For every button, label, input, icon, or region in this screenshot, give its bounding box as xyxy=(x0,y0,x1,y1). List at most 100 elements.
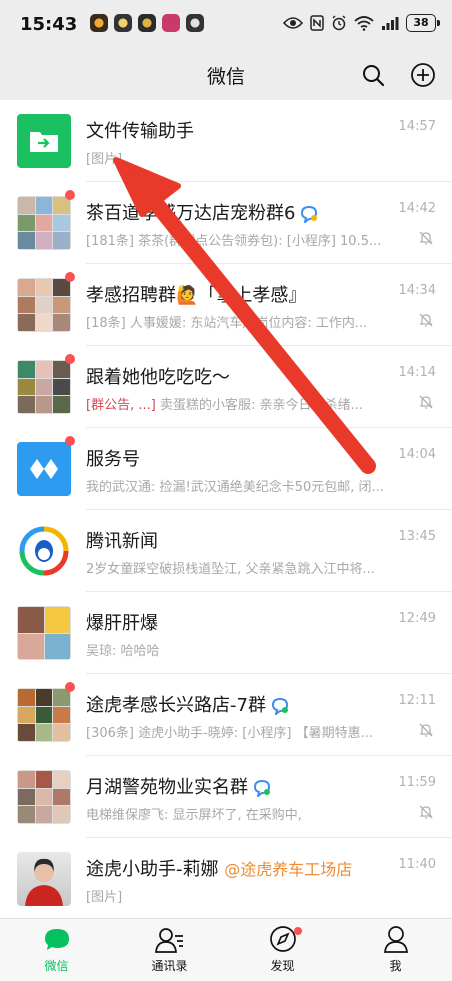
group-avatar xyxy=(17,360,71,414)
chat-time: 14:14 xyxy=(398,365,436,380)
app-notification-icon xyxy=(162,14,180,32)
chat-time: 13:45 xyxy=(398,529,436,544)
enterprise-suffix: @途虎养车工场店 xyxy=(224,860,353,879)
tab-label: 微信 xyxy=(44,959,69,973)
chat-preview: [181条] 茶茶(群群点公告领券包): [小程序] 10.5... xyxy=(86,234,382,249)
app-notification-icon xyxy=(138,14,156,32)
chat-name: 茶百道孝感万达店宠粉群6 xyxy=(86,199,319,225)
tab-label: 通讯录 xyxy=(151,959,188,973)
chat-item-file-transfer[interactable]: 文件传输助手 14:57 [图片] xyxy=(0,100,452,182)
top-bar: 微信 xyxy=(0,50,452,100)
chat-list[interactable]: 文件传输助手 14:57 [图片] 茶百道孝感万达店宠粉群6 14:42 [18… xyxy=(0,100,452,918)
service-account-icon xyxy=(30,459,58,479)
chat-name: 爆肝肝爆 xyxy=(86,613,158,634)
battery-indicator: 38 xyxy=(406,14,440,32)
unread-dot xyxy=(65,272,75,282)
chat-item-tencent-news[interactable]: 腾讯新闻 13:45 2岁女童踩空破损栈道坠江, 父亲紧急跳入江中将... xyxy=(0,510,452,592)
tab-discover[interactable]: 发现 xyxy=(226,919,339,981)
chat-item-service-accounts[interactable]: 服务号 14:04 我的武汉通: 捡漏!武汉通绝美纪念卡50元包邮, 闭... xyxy=(0,428,452,510)
chat-item[interactable]: 途虎小助手-莉娜 @途虎养车工场店 11:40 [图片] xyxy=(0,838,452,918)
person-icon xyxy=(383,926,408,953)
avatar xyxy=(17,524,71,578)
chat-time: 11:40 xyxy=(398,857,436,872)
status-bar: 15:43 38 xyxy=(0,0,452,50)
unread-dot xyxy=(65,354,75,364)
chat-preview: 我的武汉通: 捡漏!武汉通绝美纪念卡50元包邮, 闭... xyxy=(86,480,384,495)
chat-name: 服务号 xyxy=(86,449,140,470)
search-icon xyxy=(363,65,385,87)
group-avatar xyxy=(17,278,71,332)
chat-time: 12:11 xyxy=(398,693,436,708)
contacts-icon xyxy=(154,928,183,953)
enterprise-badge-icon xyxy=(301,205,318,223)
search-button[interactable] xyxy=(358,60,388,90)
chat-time: 14:04 xyxy=(398,447,436,462)
chat-time: 14:42 xyxy=(398,201,436,216)
enterprise-badge-icon xyxy=(253,779,271,797)
announcement-tag: [群公告, ...] xyxy=(86,398,156,413)
chat-preview: [18条] 人事媛媛: 东站汽车厂岗位内容: 工作内... xyxy=(86,316,368,331)
tencent-news-logo-icon xyxy=(19,526,69,576)
compass-icon xyxy=(269,926,296,952)
group-avatar xyxy=(17,688,71,742)
mute-bell-icon xyxy=(419,231,433,245)
bottom-tab-bar: 微信 通讯录 发现 我 xyxy=(0,918,452,981)
group-avatar xyxy=(17,770,71,824)
chat-name: 跟着她他吃吃吃～ xyxy=(86,367,230,388)
avatar xyxy=(17,852,71,906)
discover-unread-dot xyxy=(293,927,302,935)
folder-transfer-icon xyxy=(30,132,58,152)
unread-dot xyxy=(65,436,75,446)
chat-name: 途虎小助手-莉娜 @途虎养车工场店 xyxy=(86,859,353,880)
wifi-icon xyxy=(354,16,374,31)
tab-me[interactable]: 我 xyxy=(339,919,452,981)
chat-preview: 吴琼: 哈哈哈 xyxy=(86,644,160,659)
mute-bell-icon xyxy=(419,805,433,819)
chat-item[interactable]: 茶百道孝感万达店宠粉群6 14:42 [181条] 茶茶(群群点公告领券包): … xyxy=(0,182,452,264)
plus-circle-icon xyxy=(411,63,435,87)
avatar xyxy=(17,114,71,168)
notification-icons xyxy=(90,14,204,32)
app-notification-icon xyxy=(90,14,108,32)
chat-time: 12:49 xyxy=(398,611,436,626)
chat-name: 月湖警苑物业实名群 xyxy=(86,773,272,799)
chat-time: 14:57 xyxy=(398,119,436,134)
app-notification-icon xyxy=(114,14,132,32)
chat-name: 腾讯新闻 xyxy=(86,531,158,552)
chat-preview: 电梯维保廖飞: 显示屏坏了, 在采购中, xyxy=(86,808,302,823)
chat-item[interactable]: 孝感招聘群🙋「掌上孝感』 14:34 [18条] 人事媛媛: 东站汽车厂岗位内容… xyxy=(0,264,452,346)
chat-item[interactable]: 月湖警苑物业实名群 11:59 电梯维保廖飞: 显示屏坏了, 在采购中, xyxy=(0,756,452,838)
chat-preview: [群公告, ...] 卖蛋糕的小客服: 亲亲今日秒杀绪... xyxy=(86,398,363,413)
chat-item[interactable]: 途虎孝感长兴路店-7群 12:11 [306条] 途虎小助手-晓婷: [小程序]… xyxy=(0,674,452,756)
chat-preview: [图片] xyxy=(86,152,123,167)
chat-name: 文件传输助手 xyxy=(86,121,194,142)
chat-bubble-icon xyxy=(44,929,69,950)
chat-item[interactable]: 爆肝肝爆 12:49 吴琼: 哈哈哈 xyxy=(0,592,452,674)
unread-dot xyxy=(65,190,75,200)
add-button[interactable] xyxy=(408,60,438,90)
mute-bell-icon xyxy=(419,313,433,327)
person-photo-icon xyxy=(25,858,63,906)
tab-label: 我 xyxy=(389,959,402,973)
tab-chats[interactable]: 微信 xyxy=(0,919,113,981)
signal-icon xyxy=(382,17,399,30)
mute-bell-icon xyxy=(419,395,433,409)
avatar xyxy=(17,442,71,496)
status-time: 15:43 xyxy=(20,14,78,35)
chat-time: 11:59 xyxy=(398,775,436,790)
system-icons: 38 xyxy=(283,14,440,32)
mute-bell-icon xyxy=(419,723,433,737)
alarm-icon xyxy=(332,15,346,31)
nfc-icon xyxy=(310,15,324,31)
chat-name: 途虎孝感长兴路店-7群 xyxy=(86,691,290,717)
chat-item[interactable]: 跟着她他吃吃吃～ 14:14 [群公告, ...] 卖蛋糕的小客服: 亲亲今日秒… xyxy=(0,346,452,428)
unread-dot xyxy=(65,682,75,692)
chat-time: 14:34 xyxy=(398,283,436,298)
app-notification-icon xyxy=(186,14,204,32)
eye-icon xyxy=(283,17,303,29)
chat-preview: [306条] 途虎小助手-晓婷: [小程序] 【暑期特惠... xyxy=(86,726,373,741)
chat-name: 孝感招聘群🙋「掌上孝感』 xyxy=(86,285,307,306)
chat-preview: [图片] xyxy=(86,890,123,905)
group-avatar xyxy=(17,196,71,250)
tab-contacts[interactable]: 通讯录 xyxy=(113,919,226,981)
